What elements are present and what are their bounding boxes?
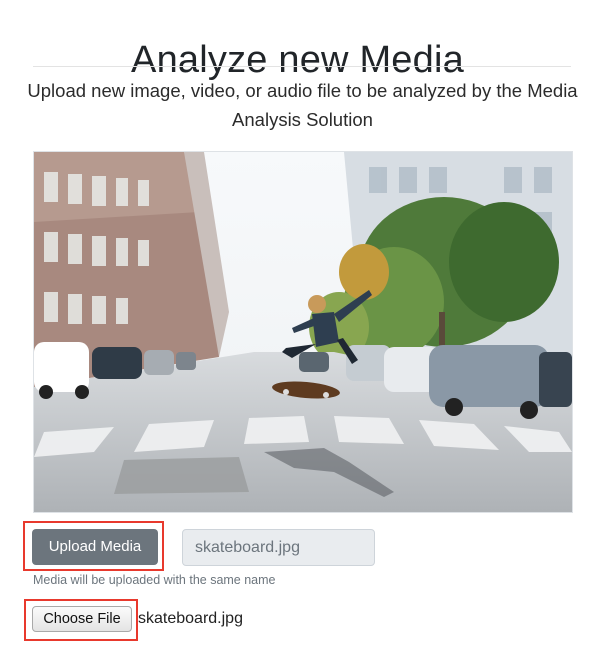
selected-file-name: skateboard.jpg xyxy=(138,610,243,627)
upload-media-button[interactable]: Upload Media xyxy=(32,529,158,565)
media-filename-field[interactable] xyxy=(182,529,375,566)
upload-help-text: Media will be uploaded with the same nam… xyxy=(33,573,276,587)
media-preview-image xyxy=(33,151,573,513)
page-subtitle: Upload new image, video, or audio file t… xyxy=(27,80,578,130)
title-divider xyxy=(33,66,571,67)
choose-file-button[interactable]: Choose File xyxy=(32,606,132,632)
